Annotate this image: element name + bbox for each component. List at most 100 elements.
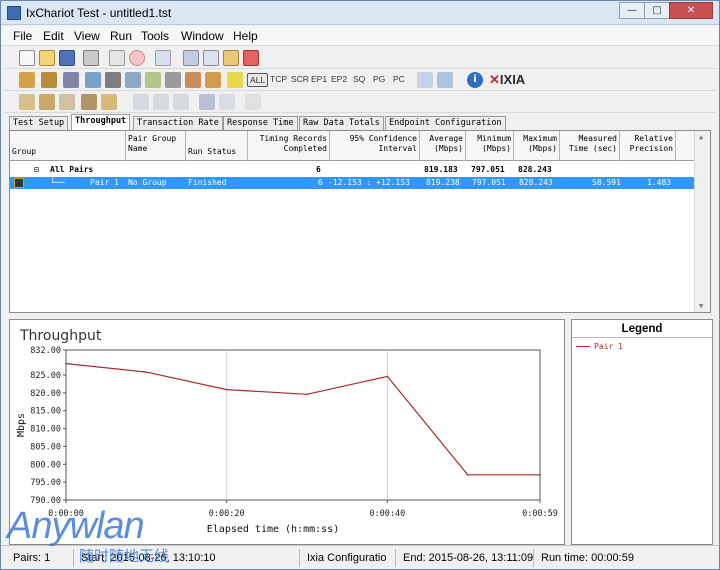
swap-endpoints-icon[interactable]: [85, 72, 101, 88]
data-point: [386, 375, 389, 378]
menu-view[interactable]: View: [74, 29, 100, 43]
filter-icon[interactable]: [39, 94, 55, 110]
y-tick-label: 810.00: [30, 425, 61, 435]
group-row-all-pairs[interactable]: ⊟ All Pairs 6 819.183 797.051 828.243: [10, 164, 694, 176]
pair-maximum: 828.243: [519, 178, 553, 187]
filter-pc-button[interactable]: PC: [391, 73, 407, 85]
paste-icon[interactable]: [223, 50, 239, 66]
filter-tcp-button[interactable]: TCP: [268, 73, 289, 85]
menu-run[interactable]: Run: [110, 29, 132, 43]
copy-pair-icon[interactable]: [155, 50, 171, 66]
info-icon[interactable]: i: [467, 72, 483, 88]
col-pair-group-name[interactable]: Pair Group Name: [126, 131, 186, 161]
script-icon[interactable]: [145, 72, 161, 88]
results-grid: Group Pair Group Name Run Status Timing …: [9, 130, 711, 313]
menu-help[interactable]: Help: [233, 29, 258, 43]
status-pairs: Pairs: 1: [13, 552, 51, 564]
col-maximum[interactable]: Maximum (Mbps): [514, 131, 560, 161]
plot-area: [65, 349, 541, 501]
col-timing-records[interactable]: Timing Records Completed: [248, 131, 330, 161]
scroll-up-icon[interactable]: ▲: [699, 133, 703, 141]
add-pair-icon[interactable]: [19, 72, 35, 88]
layout-1-icon[interactable]: [133, 94, 149, 110]
add-multicast-icon[interactable]: [41, 72, 57, 88]
legend-item-pair-1[interactable]: Pair 1: [576, 342, 623, 351]
menu-tools[interactable]: Tools: [141, 29, 169, 43]
save-icon[interactable]: [59, 50, 75, 66]
wand-icon[interactable]: [101, 94, 117, 110]
tree-connector: └──: [50, 178, 65, 187]
pair-row[interactable]: └── Pair 1 No Group Finished 6 -12.153 :…: [10, 177, 694, 189]
filter-ep2-button[interactable]: EP2: [329, 73, 349, 85]
pair-name: Pair 1: [90, 178, 119, 187]
tip-icon[interactable]: [227, 72, 243, 88]
tab-response-time[interactable]: Response Time: [223, 116, 298, 130]
video-icon[interactable]: [125, 72, 141, 88]
data-point: [466, 474, 469, 476]
grid-scrollbar[interactable]: ▲ ▼: [694, 131, 710, 312]
group-icon[interactable]: [59, 94, 75, 110]
ixia-x-mark: ✕: [489, 72, 500, 87]
stop-icon[interactable]: [129, 50, 145, 66]
close-button[interactable]: ✕: [669, 2, 713, 19]
col-average[interactable]: Average (Mbps): [420, 131, 466, 161]
cut-icon[interactable]: [183, 50, 199, 66]
col-measured-time[interactable]: Measured Time (sec): [560, 131, 620, 161]
run-icon[interactable]: [109, 50, 125, 66]
app-icon: [7, 6, 21, 20]
tools-icon[interactable]: [81, 94, 97, 110]
network-icon[interactable]: [105, 72, 121, 88]
expand-collapse-icon[interactable]: ⊟: [34, 164, 39, 176]
col-minimum[interactable]: Minimum (Mbps): [466, 131, 514, 161]
edit-pair-icon[interactable]: [63, 72, 79, 88]
legend-pane: Legend Pair 1: [571, 319, 713, 545]
menu-edit[interactable]: Edit: [43, 29, 64, 43]
tab-raw-data-totals[interactable]: Raw Data Totals: [299, 116, 384, 130]
col-group[interactable]: Group: [10, 131, 126, 161]
compare-icon[interactable]: [245, 94, 261, 110]
new-file-icon[interactable]: [19, 50, 35, 66]
y-axis-label: Mbps: [16, 413, 27, 437]
legend-item-label: Pair 1: [594, 342, 623, 351]
tab-endpoint-configuration[interactable]: Endpoint Configuration: [385, 116, 506, 130]
export-icon[interactable]: [437, 72, 453, 88]
filter-pg-button[interactable]: PG: [371, 73, 387, 85]
minimize-button[interactable]: —: [619, 2, 645, 19]
sort-icon[interactable]: [19, 94, 35, 110]
col-relative-precision[interactable]: Relative Precision: [620, 131, 676, 161]
menu-file[interactable]: File: [13, 29, 32, 43]
print-icon[interactable]: [83, 50, 99, 66]
database-icon[interactable]: [205, 72, 221, 88]
y-tick-label: 815.00: [30, 407, 61, 417]
pair-average: 819.238: [426, 178, 460, 187]
scroll-down-icon[interactable]: ▼: [699, 302, 703, 310]
copy-icon[interactable]: [203, 50, 219, 66]
filter-sq-button[interactable]: SQ: [351, 73, 367, 85]
group-minimum: 797.051: [471, 165, 505, 174]
filter-ep1-button[interactable]: EP1: [309, 73, 329, 85]
split-icon[interactable]: [199, 94, 215, 110]
filter-scr-button[interactable]: SCR: [289, 73, 311, 85]
chart-icon[interactable]: [165, 72, 181, 88]
x-tick-label: 0:00:59: [522, 509, 558, 519]
open-folder-icon[interactable]: [39, 50, 55, 66]
pair-relative-precision: 1.483: [647, 178, 672, 187]
maximize-button[interactable]: □: [644, 2, 670, 19]
pair-confidence-interval: -12.153 : +12.153: [328, 178, 410, 187]
layout-2-icon[interactable]: [153, 94, 169, 110]
status-divider: [73, 549, 74, 567]
menu-window[interactable]: Window: [181, 29, 224, 43]
tab-transaction-rate[interactable]: Transaction Rate: [133, 116, 223, 130]
x-tick-label: 0:00:20: [209, 509, 245, 519]
ixia-logo-text: IXIA: [499, 72, 526, 87]
layout-3-icon[interactable]: [173, 94, 189, 110]
tab-test-setup[interactable]: Test Setup: [9, 116, 69, 130]
import-icon[interactable]: [417, 72, 433, 88]
report-icon[interactable]: [185, 72, 201, 88]
merge-icon[interactable]: [219, 94, 235, 110]
col-run-status[interactable]: Run Status: [186, 131, 248, 161]
filter-all-button[interactable]: ALL: [247, 73, 269, 87]
col-confidence-interval[interactable]: 95% Confidence Interval: [330, 131, 420, 161]
tab-throughput[interactable]: Throughput: [71, 114, 131, 130]
delete-icon[interactable]: [243, 50, 259, 66]
